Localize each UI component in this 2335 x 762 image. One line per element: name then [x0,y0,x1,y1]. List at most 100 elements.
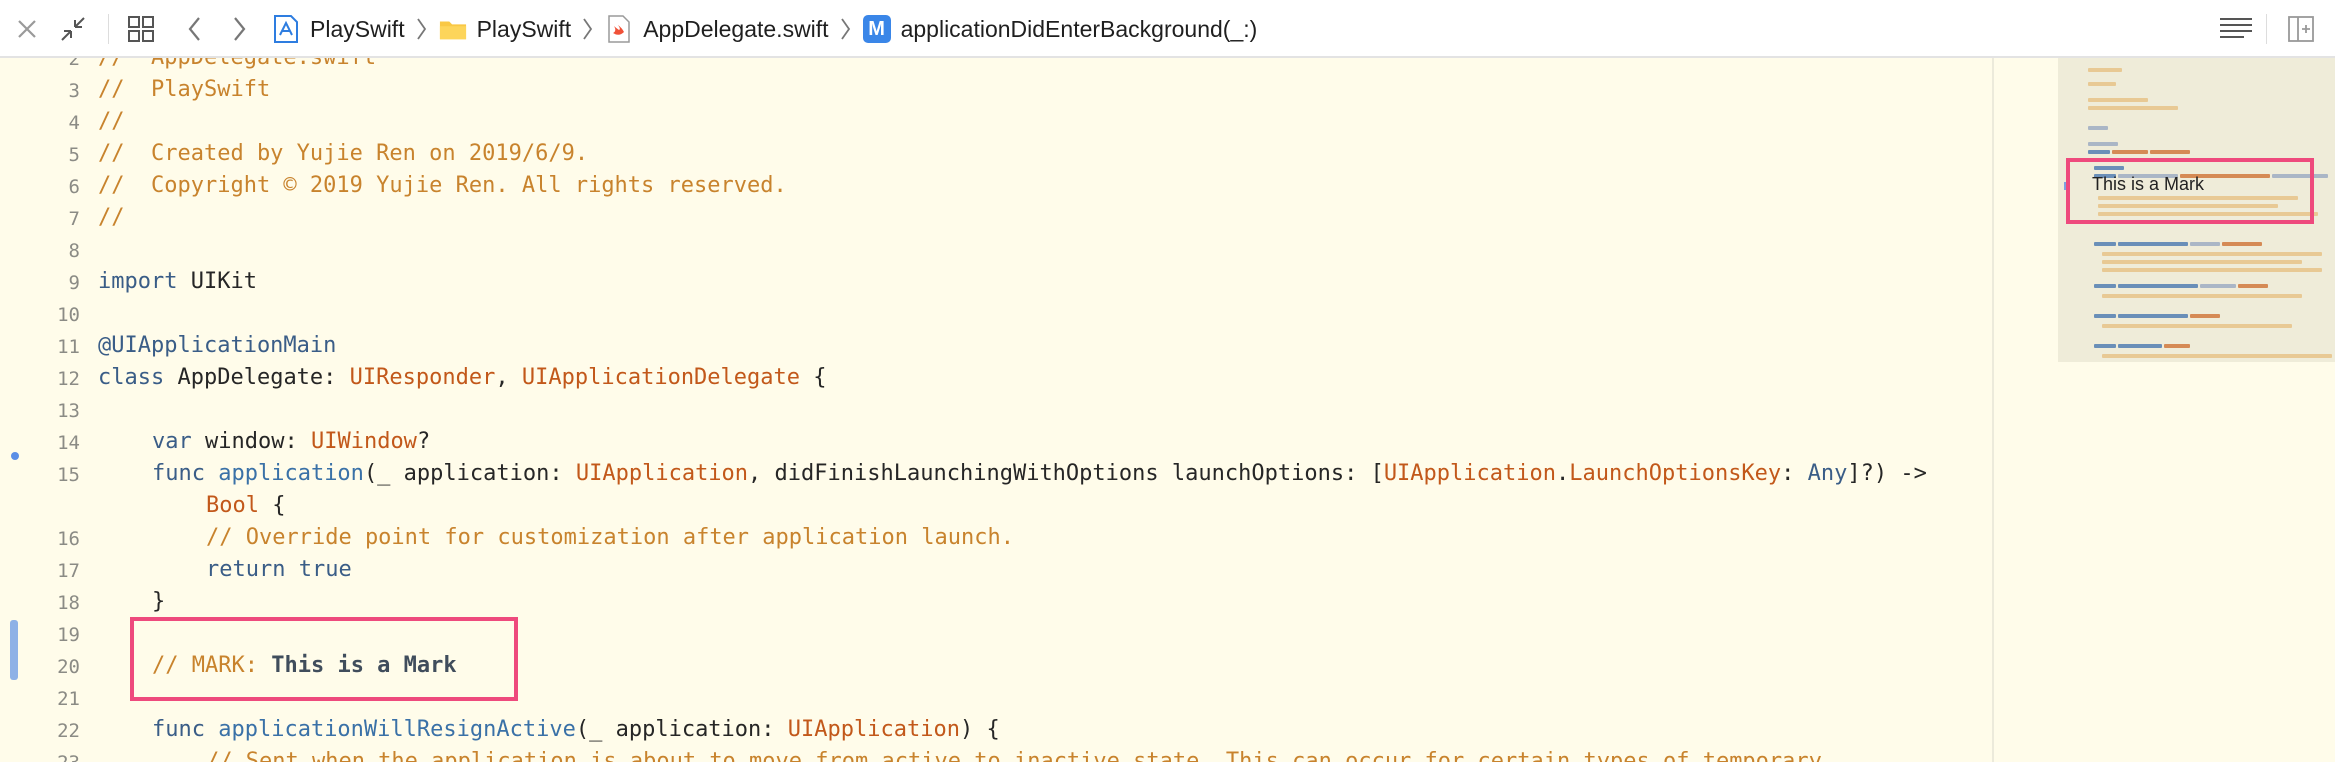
back-chevron-icon[interactable] [178,12,212,46]
collapse-arrows-icon[interactable] [56,12,90,46]
code-line: // PlaySwift [98,77,271,102]
add-editor-icon[interactable] [2284,12,2318,46]
minimap-line [2150,150,2190,154]
minimap-line [2118,242,2188,246]
close-icon[interactable] [10,12,44,46]
code-line: // Override point for customization afte… [206,525,1014,550]
keyword: class [98,365,165,390]
line-number: 19 [57,624,80,646]
folder-icon [439,15,467,43]
minimap-line [2102,294,2302,298]
code-text: ? [416,429,431,454]
breadcrumb-project[interactable]: PlaySwift [272,15,405,43]
code-text: , [495,365,522,390]
minimap-line [2088,106,2178,110]
minimap-line [2112,150,2148,154]
keyword: import [98,269,178,294]
minimap-line [2102,324,2292,328]
code-text: , didFinishLaunchingWithOptions launchOp… [748,461,1384,486]
code-text: window: [191,429,311,454]
line-number: 9 [68,272,80,294]
minimap-line [2238,284,2268,288]
code-line: var window: UIWindow? [152,426,430,458]
line-number: 23 [0,752,80,762]
minimap-line [2164,344,2190,348]
mark-highlight-box [130,617,518,701]
minimap-line [2094,314,2116,318]
type-name: UIApplicationDelegate [521,365,801,390]
minimap-line [2102,260,2302,264]
line-number: 3 [68,80,80,102]
minimap-line [2222,242,2262,246]
minimap-line [2088,150,2110,154]
code-line: } [152,589,166,614]
line-number: 16 [57,528,80,550]
minimap-line [2088,82,2116,86]
line-number: 15 [57,464,80,486]
forward-chevron-icon[interactable] [222,12,256,46]
minimap-line [2094,284,2116,288]
line-number: 10 [57,304,80,326]
editor-options-icon[interactable] [2216,12,2256,46]
related-items-icon[interactable] [124,12,158,46]
code-text: ]?) -> [1847,461,1927,486]
code-line: func application(_ application: UIApplic… [152,458,1927,490]
type-name: Bool [206,493,259,518]
minimap-line [2102,252,2322,256]
code-line: // [98,205,125,230]
breadcrumb-method[interactable]: M applicationDidEnterBackground(_:) [862,15,1258,43]
code-text: AppDelegate: [164,365,350,390]
line-number: 4 [68,112,80,134]
code-text: . [1556,461,1570,486]
swift-file-icon [605,15,633,43]
code-line: // Created by Yujie Ren on 2019/6/9. [98,141,589,166]
code-line: @UIApplicationMain [98,333,337,358]
function-name: applicationWillResignActive [204,717,576,742]
chevron-right-icon [415,16,427,42]
minimap-line [2094,344,2116,348]
breadcrumb-label: applicationDidEnterBackground(_:) [900,15,1258,42]
line-number: 17 [57,560,80,582]
line-number: 2 [68,58,80,70]
keyword: return [206,557,286,582]
code-text: { [800,365,827,390]
code-text: UIKit [177,269,257,294]
toolbar-divider [2266,14,2267,44]
breadcrumb-file[interactable]: AppDelegate.swift [605,15,829,43]
code-line: // Sent when the application is about to… [206,749,1822,762]
line-number: 5 [68,144,80,166]
code-line: // [98,109,125,134]
minimap-line [2094,242,2116,246]
breadcrumb-folder[interactable]: PlaySwift [439,15,571,43]
keyword: Any [1807,461,1848,486]
minimap-line [2118,284,2198,288]
toolbar-divider [108,14,109,44]
minimap-line [2118,314,2188,318]
type-name: UIWindow [310,429,417,454]
minimap-line [2102,354,2332,358]
type-name: LaunchOptionsKey [1569,461,1782,486]
minimap-highlight-box [2066,158,2314,224]
type-name: UIApplication [575,461,749,486]
function-name: application [204,461,364,486]
editor-toolbar: PlaySwift PlaySwift AppDelegate.swift M [0,0,2335,58]
line-number: 13 [57,400,80,422]
keyword: func [152,461,205,486]
code-text: { [258,493,286,518]
minimap-line [2088,68,2122,72]
breadcrumb-label: AppDelegate.swift [643,15,829,42]
method-icon: M [862,15,891,43]
code-line: return true [206,554,352,586]
code-line: // AppDelegate.swift [98,58,376,74]
minimap-line [2088,126,2108,130]
code-text: ) { [959,717,1000,742]
code-text: (_ application: [575,717,788,742]
minimap-line [2200,284,2236,288]
breadcrumb: PlaySwift PlaySwift AppDelegate.swift M [272,0,1257,58]
method-badge-letter: M [868,17,885,40]
line-number: 8 [68,240,80,262]
chevron-right-icon [581,16,593,42]
minimap-line [2190,242,2220,246]
code-line: Bool { [206,490,285,522]
line-number: 6 [68,176,80,198]
